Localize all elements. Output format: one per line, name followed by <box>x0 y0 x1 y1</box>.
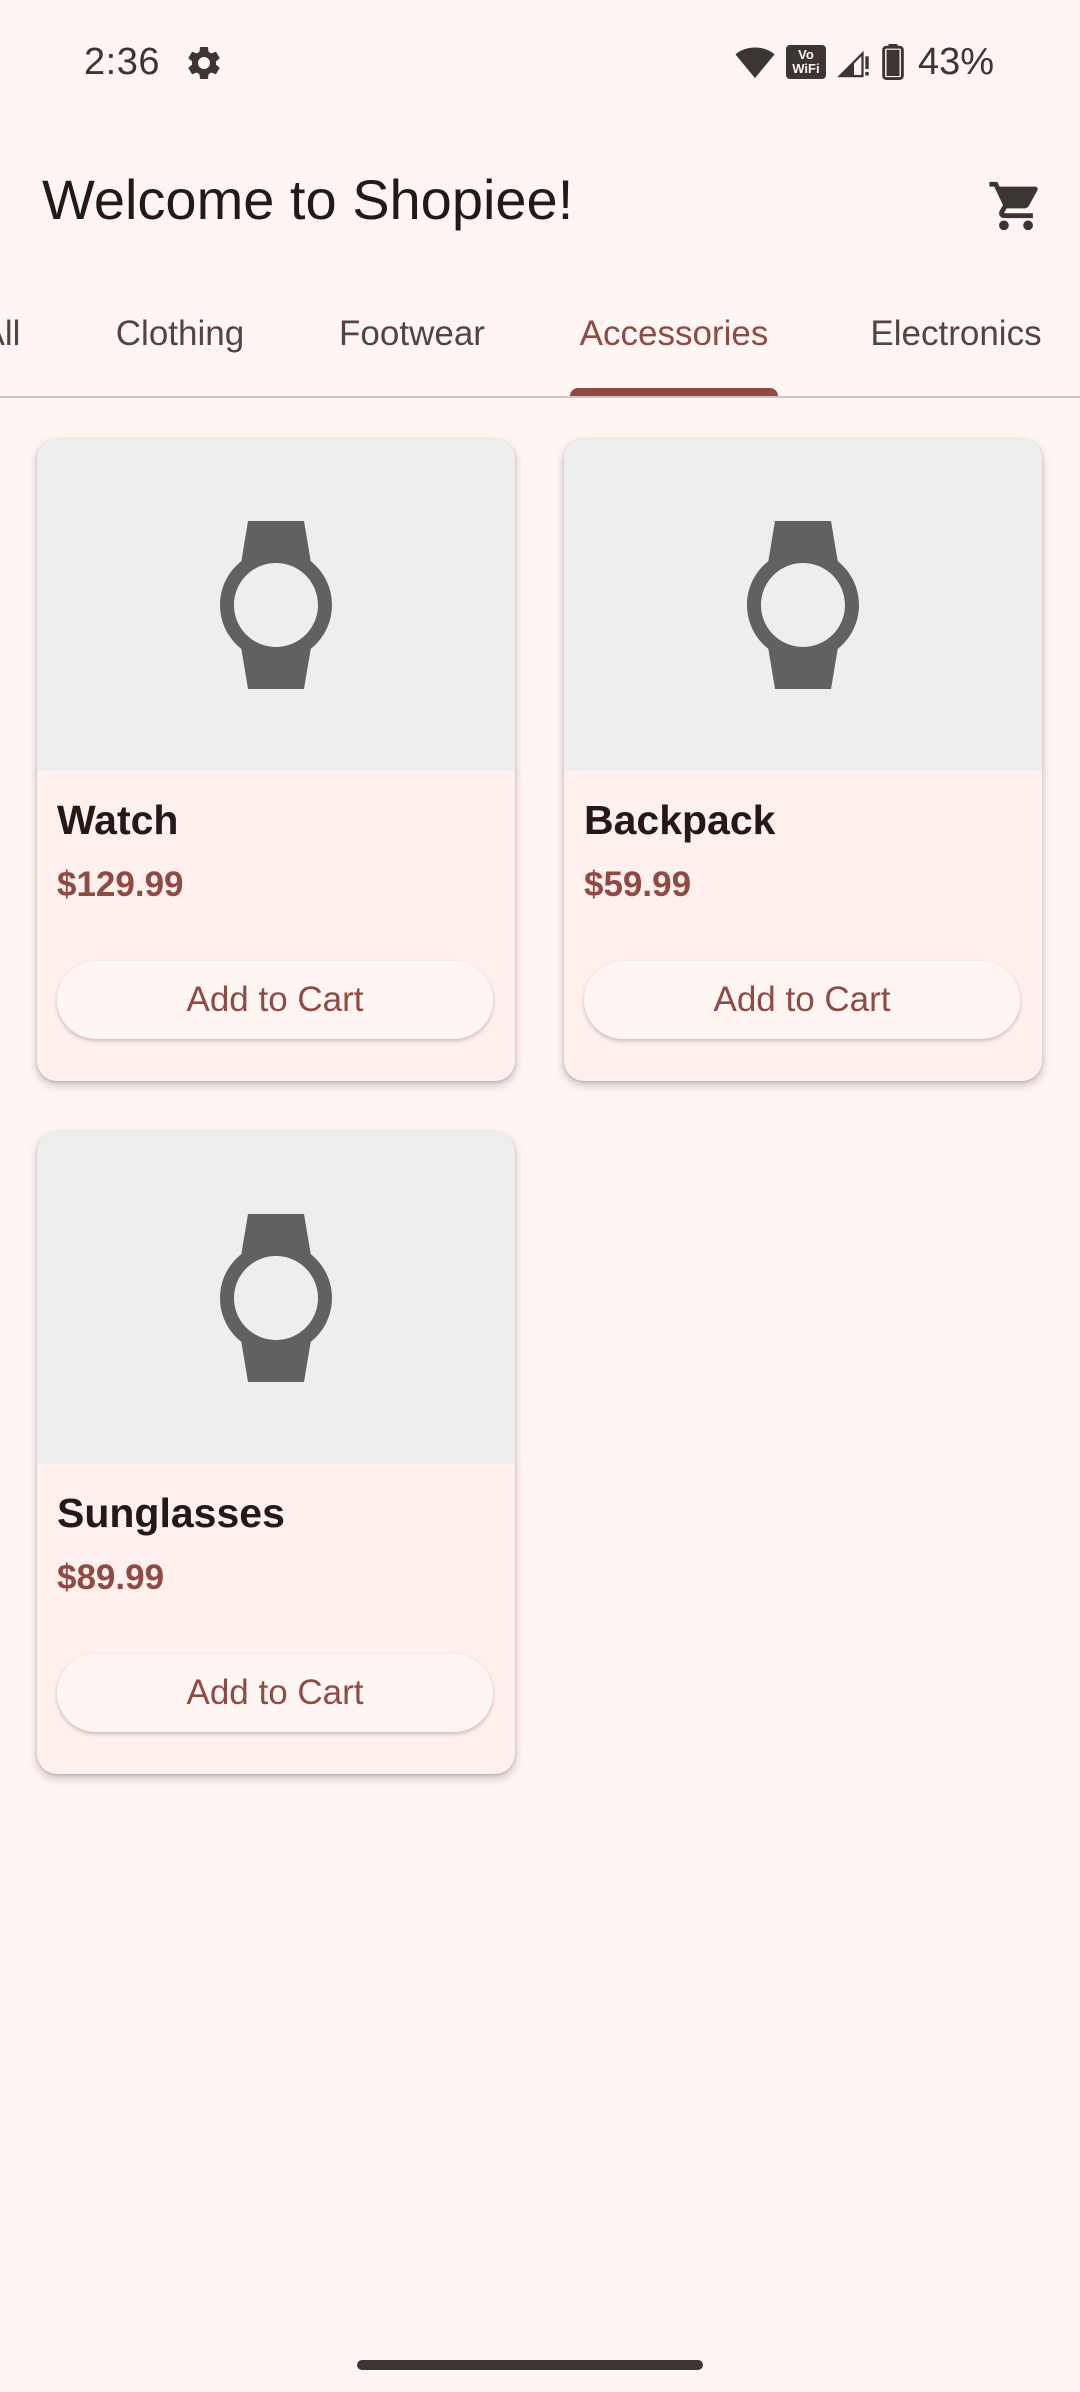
wifi-icon <box>734 45 776 79</box>
tab-all[interactable]: All <box>0 272 32 396</box>
watch-icon <box>220 1214 332 1382</box>
tab-electronics[interactable]: Electronics <box>856 272 1056 396</box>
cart-button[interactable] <box>976 166 1056 246</box>
tab-label: All <box>0 314 21 353</box>
add-to-cart-button[interactable]: Add to Cart <box>584 961 1020 1039</box>
product-image <box>37 439 515 771</box>
tab-label: Electronics <box>870 314 1042 353</box>
tab-label: Accessories <box>579 314 769 353</box>
watch-icon <box>220 521 332 689</box>
app-bar: Welcome to Shopiee! <box>0 126 1080 272</box>
tab-clothing[interactable]: Clothing <box>100 272 260 396</box>
page-title: Welcome to Shopiee! <box>42 168 574 231</box>
product-card[interactable]: Sunglasses $89.99 Add to Cart <box>37 1132 515 1774</box>
product-name: Sunglasses <box>57 1490 285 1536</box>
status-bar: 2:36 Vo WiFi 43% <box>0 0 1080 126</box>
product-price: $89.99 <box>57 1558 165 1597</box>
product-price: $59.99 <box>584 865 692 904</box>
gear-icon <box>184 43 224 83</box>
vowifi-icon: Vo WiFi <box>785 45 826 79</box>
product-price: $129.99 <box>57 865 184 904</box>
battery-icon <box>882 44 904 80</box>
tab-label: Footwear <box>339 314 485 353</box>
watch-icon <box>747 521 859 689</box>
product-name: Backpack <box>584 797 776 843</box>
vowifi-top-text: Vo <box>798 47 814 62</box>
status-time: 2:36 <box>84 41 160 83</box>
product-card[interactable]: Watch $129.99 Add to Cart <box>37 439 515 1081</box>
gesture-nav-bar[interactable] <box>357 2360 703 2370</box>
product-image <box>564 439 1042 771</box>
active-tab-indicator <box>570 388 778 396</box>
add-to-cart-button[interactable]: Add to Cart <box>57 1654 493 1732</box>
category-tabs: All Clothing Footwear Accessories Electr… <box>0 272 1080 398</box>
product-image <box>37 1132 515 1464</box>
product-name: Watch <box>57 797 179 843</box>
tab-accessories[interactable]: Accessories <box>570 272 778 396</box>
tab-label: Clothing <box>115 314 245 353</box>
battery-percent: 43% <box>917 41 994 83</box>
status-icons: Vo WiFi 43% <box>734 38 994 86</box>
shopping-cart-icon <box>989 181 1038 231</box>
add-to-cart-button[interactable]: Add to Cart <box>57 961 493 1039</box>
tab-footwear[interactable]: Footwear <box>326 272 498 396</box>
product-card[interactable]: Backpack $59.99 Add to Cart <box>564 439 1042 1081</box>
vowifi-bottom-text: WiFi <box>792 61 820 76</box>
signal-icon <box>836 45 872 79</box>
